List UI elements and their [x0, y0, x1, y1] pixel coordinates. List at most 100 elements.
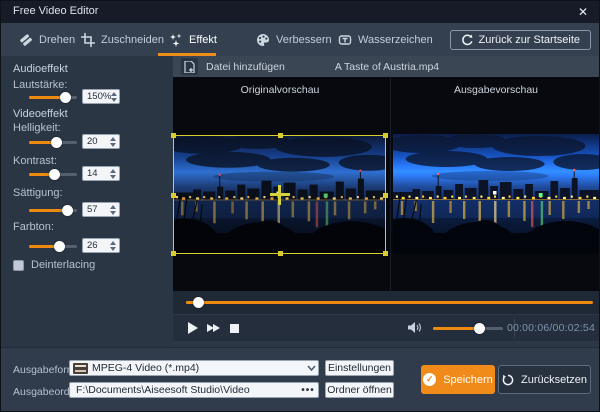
watermark-icon [338, 33, 352, 47]
slider-track[interactable] [29, 92, 77, 103]
slider-thumb[interactable] [53, 241, 65, 252]
effects-sidebar: Audioeffekt Lautstärke: 150% Videoeffekt… [1, 56, 173, 347]
spin-up-icon[interactable] [109, 240, 116, 245]
spin-down-icon[interactable] [111, 97, 118, 102]
tab-wasserzeichen[interactable]: Wasserzeichen [338, 23, 433, 56]
brightness-slider-row: 20 [1, 134, 173, 150]
deinterlacing-checkbox-row[interactable]: Deinterlacing [13, 259, 95, 271]
volume-slider[interactable] [433, 323, 503, 334]
slider-track[interactable] [29, 169, 77, 180]
spinner-value: 150% [87, 91, 112, 102]
save-button[interactable]: ✓ Speichern [421, 365, 495, 394]
open-folder-button[interactable]: Ordner öffnen [325, 382, 394, 398]
save-button-label: Speichern [443, 373, 493, 386]
stop-button[interactable] [230, 324, 239, 333]
preview-stage: Originalvorschau Ausgabevorschau [171, 77, 599, 291]
tab-zuschneiden[interactable]: Zuschneiden [81, 23, 164, 56]
add-file-icon [181, 58, 198, 75]
audio-section-title: Audioeffekt [13, 63, 68, 75]
slider-label: Helligkeit: [13, 122, 61, 134]
tab-verbessern[interactable]: Verbessern [256, 23, 332, 56]
slider-thumb[interactable] [49, 169, 61, 180]
main-area: A Taste of Austria.mp4 Datei hinzufügen … [171, 56, 599, 347]
slider-thumb[interactable] [61, 205, 73, 216]
spinner-arrows[interactable] [108, 204, 119, 215]
tab-bar: Drehen Zuschneiden Effekt Verbessern Was… [1, 23, 599, 56]
speaker-icon[interactable] [407, 321, 422, 339]
spinner-arrows[interactable] [111, 91, 119, 102]
spin-up-icon[interactable] [111, 91, 118, 96]
spin-up-icon[interactable] [109, 168, 116, 173]
output-preview-video[interactable] [393, 134, 599, 254]
reset-icon [502, 374, 514, 386]
browse-button[interactable]: ••• [298, 385, 318, 396]
tab-label: Zuschneiden [101, 33, 164, 46]
back-to-home-button[interactable]: Zurück zur Startseite [449, 30, 591, 50]
volume-fill [433, 327, 479, 330]
slider-thumb[interactable] [51, 137, 63, 148]
seek-thumb[interactable] [193, 297, 205, 308]
format-value: MPEG-4 Video (*.mp4) [92, 362, 200, 374]
volume-thumb[interactable] [473, 323, 485, 334]
video-section-title: Videoeffekt [13, 108, 68, 120]
slider-track[interactable] [29, 137, 77, 148]
settings-button[interactable]: Einstellungen [325, 360, 394, 376]
spin-down-icon[interactable] [109, 174, 116, 179]
output-panel: Ausgabeformat: MPEG-4 Video (*.mp4) Eins… [1, 347, 599, 411]
value-spinner[interactable]: 150% [82, 89, 120, 104]
spin-down-icon[interactable] [109, 246, 116, 251]
close-icon[interactable]: ✕ [575, 4, 591, 20]
value-spinner[interactable]: 20 [82, 134, 120, 149]
spin-up-icon[interactable] [109, 204, 116, 209]
spin-down-icon[interactable] [109, 210, 116, 215]
spinner-value: 26 [87, 240, 98, 251]
time-display: 00:00:06/00:02:54 [506, 322, 595, 334]
tab-label: Wasserzeichen [358, 33, 433, 46]
fast-forward-button[interactable] [207, 324, 220, 332]
play-button[interactable] [188, 322, 198, 334]
contrast-slider-row: 14 [1, 166, 173, 182]
spin-up-icon[interactable] [109, 136, 116, 141]
tab-effekt[interactable]: Effekt [169, 23, 217, 56]
seek-bar-row [173, 291, 599, 314]
title-bar: Free Video Editor ✕ [1, 1, 599, 23]
spinner-arrows[interactable] [108, 136, 119, 147]
palette-icon [256, 33, 270, 47]
window-title: Free Video Editor [13, 5, 99, 17]
tab-label: Effekt [189, 33, 217, 46]
stars-icon [169, 33, 183, 47]
tab-label: Drehen [39, 33, 76, 46]
original-preview-video[interactable] [173, 135, 386, 254]
tab-drehen[interactable]: Drehen [19, 23, 75, 56]
reset-button[interactable]: Zurücksetzen [498, 365, 591, 394]
value-spinner[interactable]: 57 [82, 202, 120, 217]
folder-path-value: F:\Documents\Aiseesoft Studio\Video [76, 384, 250, 396]
spinner-value: 14 [87, 168, 98, 179]
rotate-icon [19, 33, 33, 47]
preview-divider [390, 77, 391, 291]
value-spinner[interactable]: 26 [82, 238, 120, 253]
slider-label: Sättigung: [13, 187, 63, 199]
seek-slider[interactable] [186, 297, 593, 308]
slider-track[interactable] [29, 241, 77, 252]
spinner-arrows[interactable] [108, 240, 119, 251]
spin-down-icon[interactable] [109, 142, 116, 147]
check-icon: ✓ [423, 373, 437, 386]
slider-track[interactable] [29, 205, 77, 216]
crop-icon [81, 32, 95, 47]
add-file-button[interactable]: Datei hinzufügen [181, 56, 285, 77]
file-bar: A Taste of Austria.mp4 Datei hinzufügen [173, 56, 599, 77]
checkbox[interactable] [13, 259, 24, 271]
app-window: Free Video Editor ✕ Drehen Zuschneiden E… [0, 0, 600, 412]
saturation-slider-row: 57 [1, 202, 173, 218]
add-file-label: Datei hinzufügen [206, 60, 285, 73]
value-spinner[interactable]: 14 [82, 166, 120, 181]
spinner-arrows[interactable] [108, 168, 119, 179]
home-button-label: Zurück zur Startseite [478, 34, 580, 46]
tab-label: Verbessern [276, 33, 332, 46]
spinner-value: 20 [87, 136, 98, 147]
output-folder-field[interactable]: F:\Documents\Aiseesoft Studio\Video ••• [69, 382, 319, 398]
format-dropdown[interactable]: MPEG-4 Video (*.mp4) [69, 360, 319, 376]
chevron-down-icon[interactable] [304, 365, 318, 371]
slider-thumb[interactable] [60, 92, 71, 103]
